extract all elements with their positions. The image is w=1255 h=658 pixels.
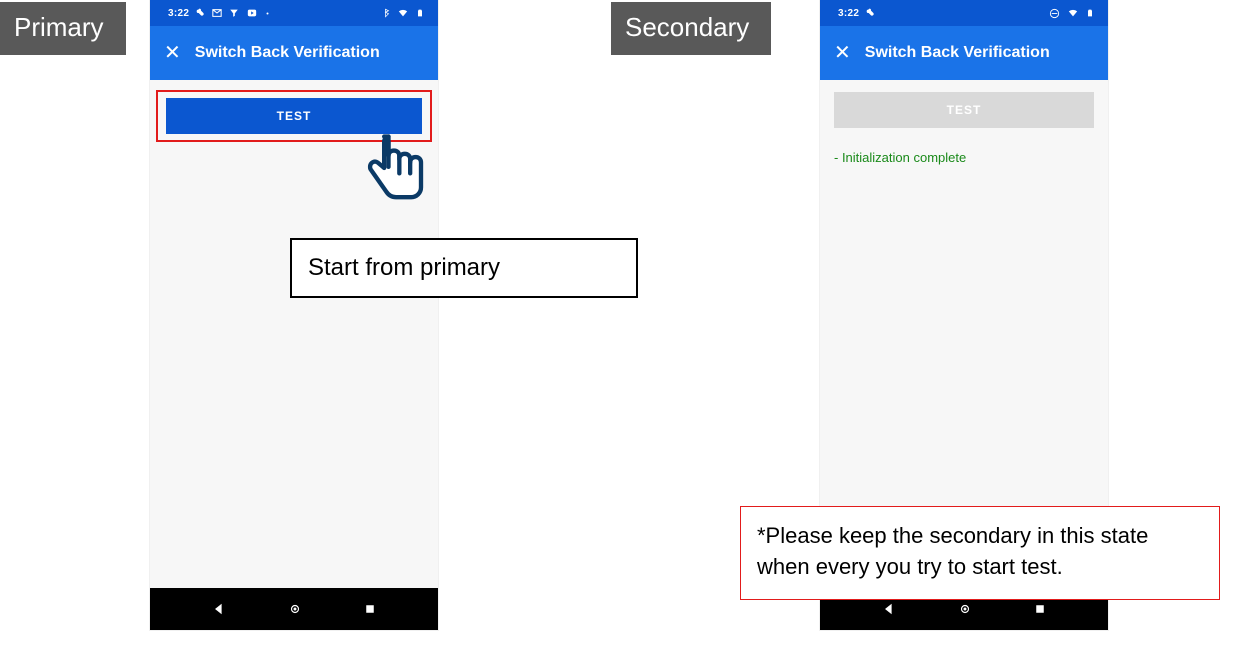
- status-bar: 3:22: [150, 0, 438, 26]
- nav-home-icon[interactable]: [958, 602, 972, 616]
- dnd-icon: [1049, 8, 1060, 19]
- battery-icon: [1086, 7, 1094, 19]
- close-icon[interactable]: ✕: [164, 43, 181, 63]
- phone-primary: 3:22 ✕ Switch Back Verification TEST: [150, 0, 438, 630]
- pill-icon: [865, 8, 875, 18]
- status-bar: 3:22: [820, 0, 1108, 26]
- app-title: Switch Back Verification: [865, 44, 1050, 62]
- filter-icon: [229, 8, 239, 18]
- nav-home-icon[interactable]: [288, 602, 302, 616]
- callout-keep-secondary: *Please keep the secondary in this state…: [740, 506, 1220, 600]
- initialization-status: - Initialization complete: [834, 150, 1094, 165]
- pill-icon: [195, 8, 205, 18]
- app-title: Switch Back Verification: [195, 44, 380, 62]
- status-clock: 3:22: [168, 8, 189, 19]
- nav-recents-icon[interactable]: [1034, 603, 1046, 615]
- dot-icon: [265, 11, 270, 16]
- test-button[interactable]: TEST: [166, 98, 422, 134]
- app-bar: ✕ Switch Back Verification: [820, 26, 1108, 80]
- test-button: TEST: [834, 92, 1094, 128]
- wifi-icon: [1066, 8, 1080, 18]
- badge-secondary: Secondary: [611, 2, 771, 55]
- status-clock: 3:22: [838, 8, 859, 19]
- gmail-icon: [211, 8, 223, 18]
- youtube-icon: [245, 8, 259, 18]
- pointer-hand-icon: [360, 130, 430, 208]
- nav-bar: [150, 588, 438, 630]
- badge-primary: Primary: [0, 2, 126, 55]
- nav-back-icon[interactable]: [212, 602, 226, 616]
- battery-icon: [416, 7, 424, 19]
- close-icon[interactable]: ✕: [834, 43, 851, 63]
- nav-back-icon[interactable]: [882, 602, 896, 616]
- nav-recents-icon[interactable]: [364, 603, 376, 615]
- callout-start-primary: Start from primary: [290, 238, 638, 298]
- wifi-icon: [396, 8, 410, 18]
- bluetooth-icon: [381, 7, 390, 19]
- app-bar: ✕ Switch Back Verification: [150, 26, 438, 80]
